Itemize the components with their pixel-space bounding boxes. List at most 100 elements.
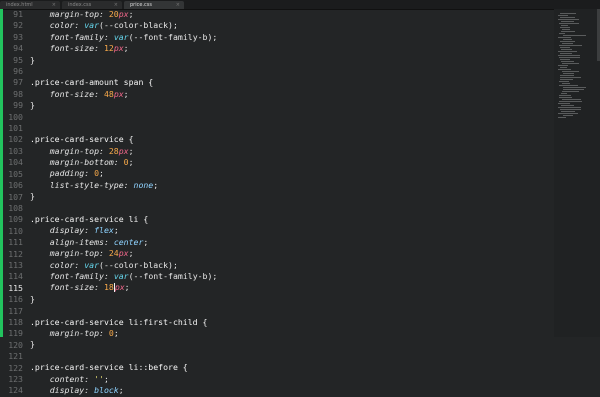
code-token: font-size: — [30, 282, 104, 293]
close-icon[interactable]: × — [52, 2, 56, 8]
code-token: .price-card-service li:first-child { — [30, 316, 208, 327]
code-token: margin-top: — [30, 145, 109, 156]
code-line: font-family: var(--font-family-b); — [30, 32, 600, 43]
code-token: ; — [123, 88, 129, 99]
minimap-line — [558, 117, 566, 118]
code-token: color: — [30, 259, 85, 270]
code-line: content: ''; — [30, 374, 600, 385]
code-line: } — [30, 55, 600, 66]
code-token: .price-card-service { — [30, 134, 134, 145]
minimap-line — [563, 73, 574, 74]
code-line: list-style-type: none; — [30, 180, 600, 191]
code-token: font-family: — [30, 270, 114, 281]
code-token: block — [94, 384, 119, 395]
minimap-line — [563, 89, 584, 90]
minimap-line — [558, 103, 570, 104]
minimap-line — [559, 101, 582, 102]
code-token: 48 — [103, 88, 114, 99]
code-token: ; — [99, 168, 104, 179]
code-token: margin-top: — [30, 9, 109, 19]
code-token: .price-card-amount span { — [30, 77, 154, 88]
code-token: } — [30, 100, 35, 111]
minimap-line — [561, 61, 574, 62]
code-token: px — [113, 88, 124, 99]
line-number: 93 — [13, 31, 23, 42]
code-token: ; — [113, 327, 119, 338]
minimap-line — [559, 57, 580, 58]
tab-label: price.css — [130, 2, 152, 8]
line-number: 91 — [13, 9, 23, 19]
code-token: px — [118, 145, 129, 156]
tab-price-css[interactable]: price.css × — [124, 1, 184, 9]
minimap-line — [562, 91, 579, 92]
code-token: flex — [94, 225, 114, 236]
code-token: var — [84, 20, 100, 31]
minimap-line — [558, 107, 581, 108]
line-number: 111 — [8, 237, 23, 248]
line-number: 120 — [8, 339, 23, 350]
code-token: font-size: — [30, 88, 104, 99]
line-number: 109 — [8, 214, 23, 225]
tab-index-html[interactable]: index.html × — [0, 1, 60, 9]
code-token: ; — [128, 157, 134, 168]
minimap[interactable] — [554, 9, 600, 337]
minimap-line — [560, 13, 576, 14]
line-number: 92 — [13, 20, 23, 31]
code-token: content: — [30, 373, 95, 384]
line-number: 119 — [8, 328, 23, 339]
code-token: } — [30, 293, 35, 304]
minimap-line — [559, 95, 571, 96]
line-number: 99 — [13, 100, 23, 111]
code-token: var — [84, 259, 100, 270]
close-icon[interactable]: × — [176, 2, 180, 8]
minimap-line — [562, 29, 570, 30]
minimap-line — [560, 41, 575, 42]
code-token: (--color-black); — [99, 259, 178, 270]
code-token: 24 — [108, 248, 119, 259]
line-number: 123 — [8, 374, 23, 384]
line-number: 106 — [8, 180, 23, 191]
minimap-line — [561, 49, 572, 50]
code-token: px — [114, 282, 125, 293]
minimap-line — [559, 97, 572, 98]
line-number: 94 — [13, 43, 23, 54]
code-token: margin-top: — [30, 248, 109, 259]
close-icon[interactable]: × — [114, 2, 118, 8]
minimap-line — [563, 35, 586, 36]
code-line: .price-card-service li::before { — [30, 362, 600, 373]
code-token: color: — [30, 20, 85, 31]
minimap-line — [560, 75, 574, 76]
code-token: ; — [128, 9, 134, 19]
line-number: 124 — [8, 385, 23, 396]
minimap-line — [559, 85, 578, 86]
line-number: 117 — [8, 305, 23, 316]
line-number: 110 — [8, 225, 23, 236]
line-number: 114 — [8, 271, 23, 282]
code-token: var — [113, 31, 129, 42]
code-line: } — [30, 294, 600, 305]
code-line: color: var(--color-black); — [30, 20, 600, 31]
minimap-line — [562, 71, 579, 72]
line-number: 104 — [8, 157, 23, 168]
code-token: ; — [153, 179, 159, 190]
code-line: margin-top: 0; — [30, 328, 600, 339]
minimap-line — [558, 69, 571, 70]
minimap-line — [560, 53, 572, 54]
minimap-line — [562, 99, 581, 100]
code-editor[interactable]: 91 92 93 94 95 96 97 98 99 100 101 102 103 104 105 106 1… — [0, 9, 600, 395]
line-number: 108 — [8, 202, 23, 213]
line-number: 122 — [8, 362, 23, 373]
code-area[interactable]: margin-top: 20px; color: var(--color-bla… — [23, 9, 600, 395]
minimap-line — [561, 105, 574, 106]
code-token: px — [113, 43, 124, 54]
tab-index-css[interactable]: index.css × — [62, 1, 122, 9]
minimap-line — [562, 63, 579, 64]
code-line: display: flex; — [30, 225, 600, 236]
code-token: px — [118, 248, 129, 259]
minimap-line — [558, 15, 568, 16]
